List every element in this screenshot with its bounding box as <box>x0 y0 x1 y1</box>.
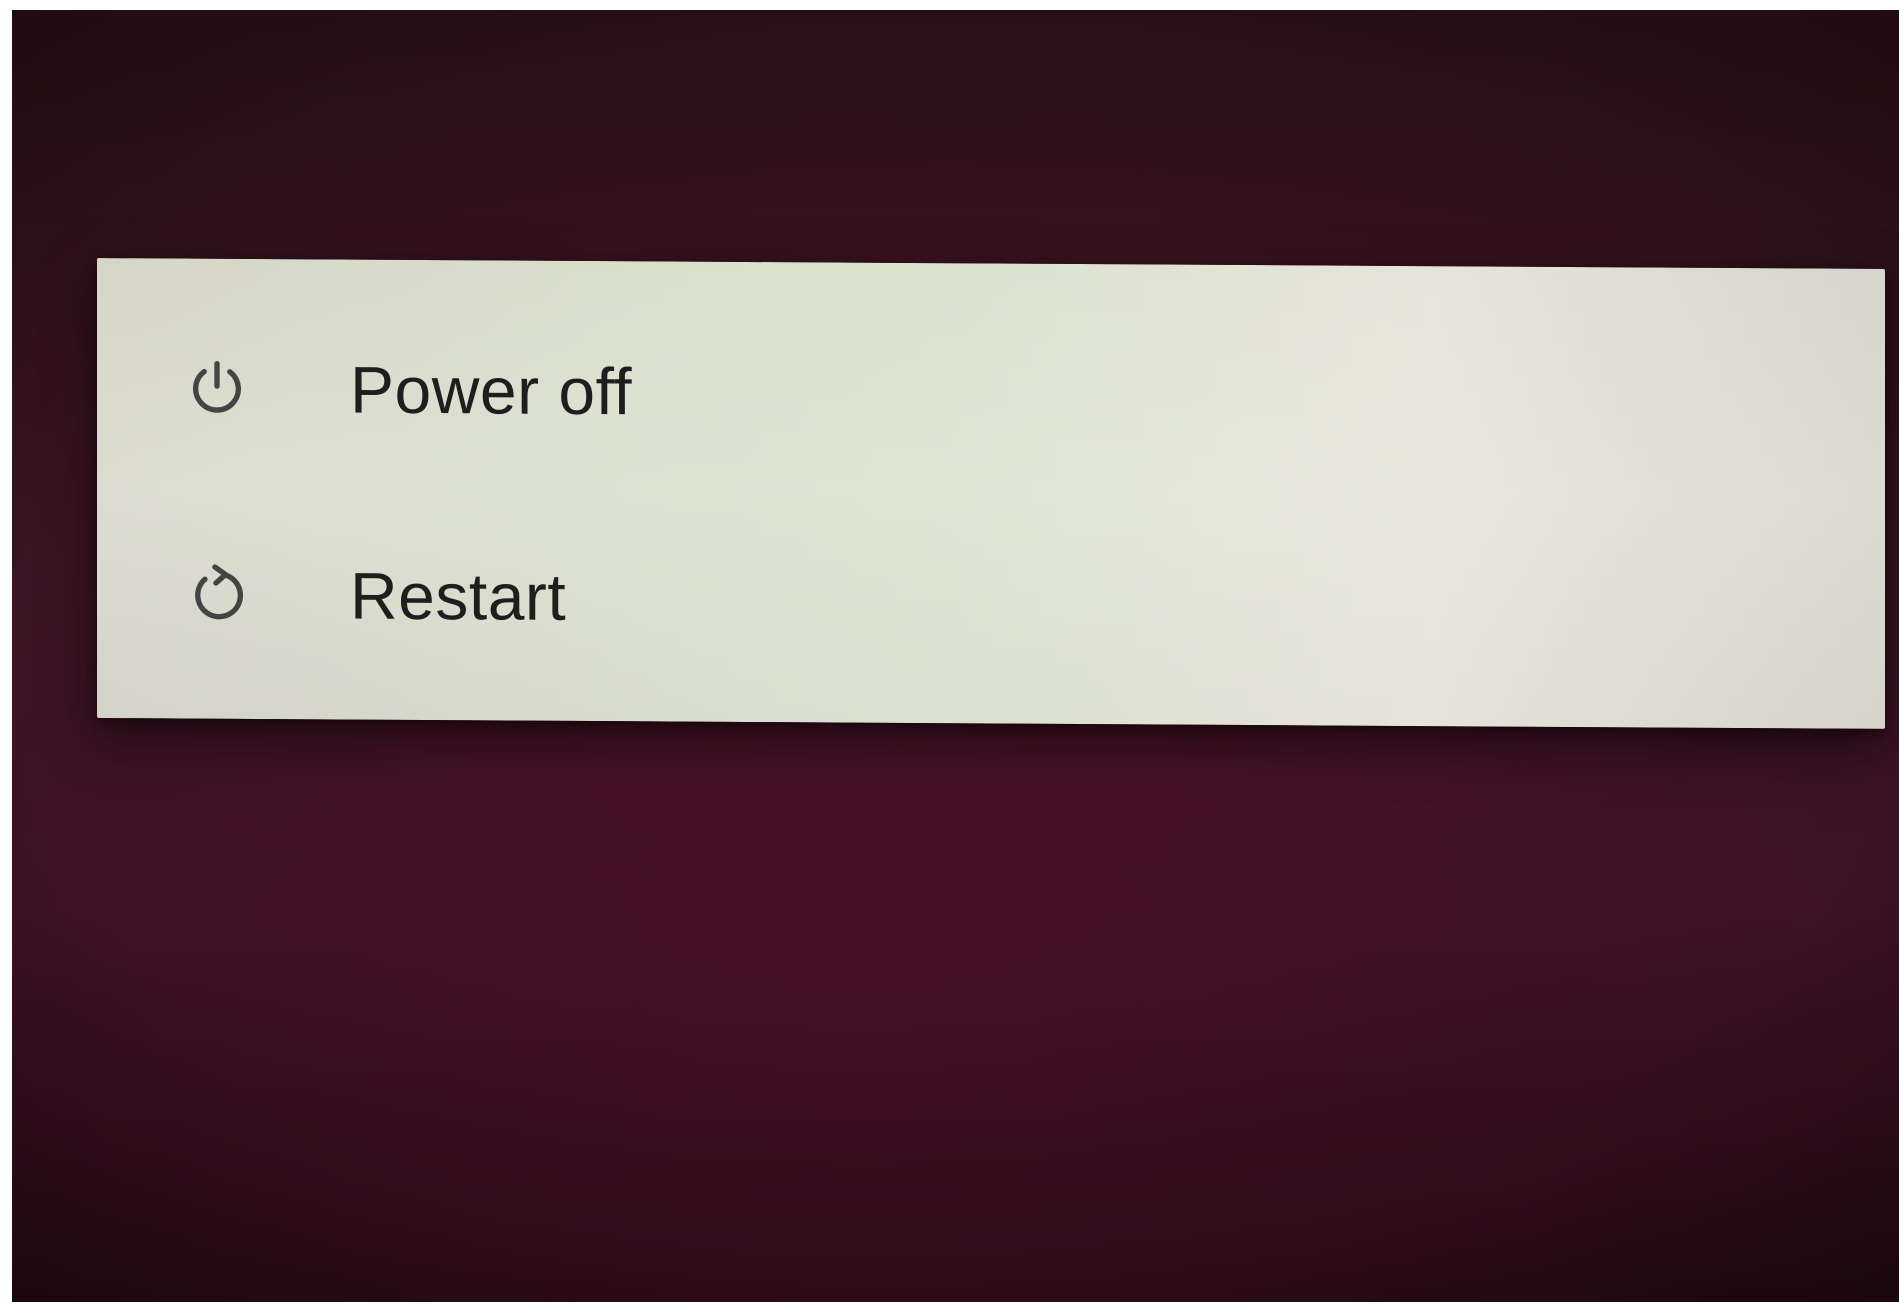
restart-button[interactable]: Restart <box>97 491 1885 708</box>
power-menu: Power off Restart <box>97 258 1885 729</box>
power-icon <box>185 357 249 421</box>
restart-label: Restart <box>350 558 567 634</box>
desktop-background: Power off Restart <box>12 10 1899 1302</box>
power-off-label: Power off <box>350 352 633 429</box>
power-off-button[interactable]: Power off <box>97 285 1885 502</box>
restart-icon <box>185 563 249 627</box>
